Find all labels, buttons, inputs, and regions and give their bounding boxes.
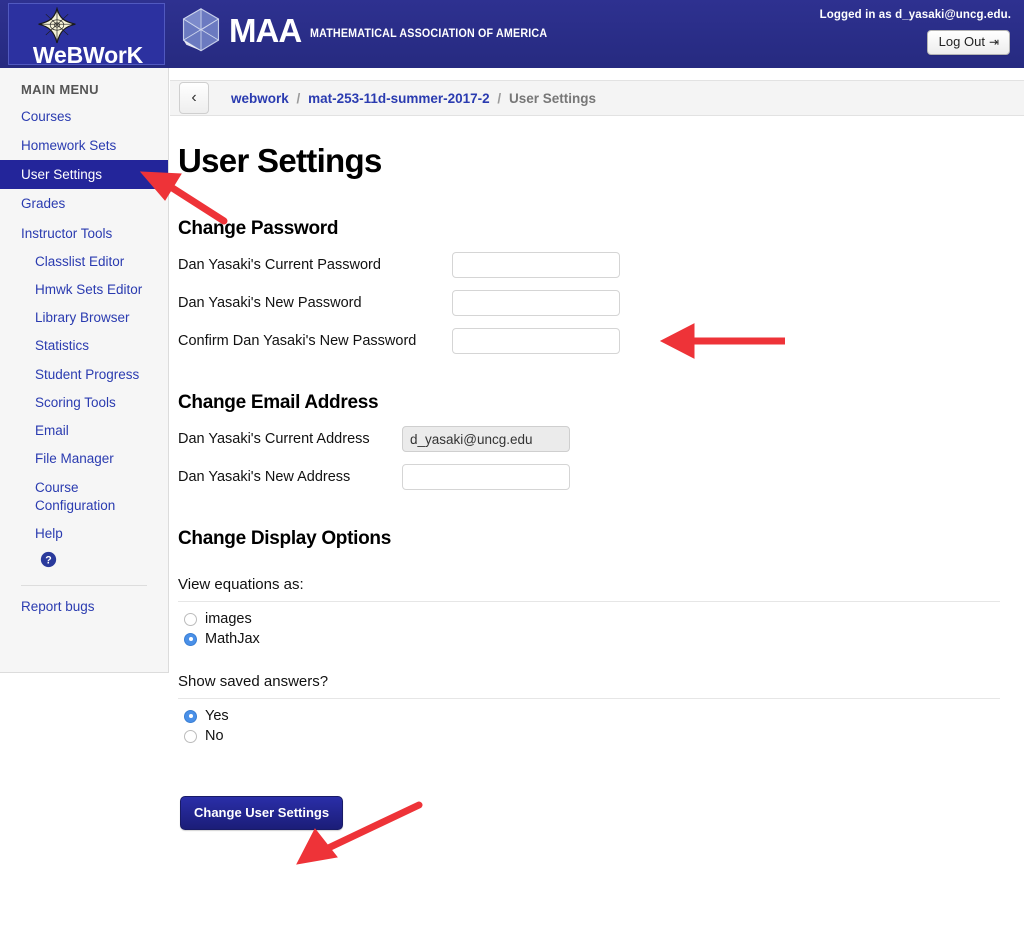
maa-abbrev: MAA <box>229 11 302 49</box>
sidebar-item-student-progress[interactable]: Student Progress <box>0 361 168 389</box>
view-equations-group: View equations as: images MathJax <box>178 576 1008 647</box>
sidebar-item-scoring-tools[interactable]: Scoring Tools <box>0 389 168 417</box>
radio-row-no[interactable]: No <box>184 728 1008 744</box>
view-equations-question: View equations as: <box>178 576 304 593</box>
logout-button[interactable]: Log Out ⇥ <box>926 30 1010 56</box>
current-address-row: Dan Yasaki's Current Address <box>178 426 1008 452</box>
sidebar-item-library-browser[interactable]: Library Browser <box>0 304 168 332</box>
breadcrumb-item-current: User Settings <box>508 90 596 106</box>
sidebar-item-statistics[interactable]: Statistics <box>0 332 168 360</box>
logout-label: Log Out <box>938 34 985 49</box>
back-button[interactable]: ‹ <box>179 82 209 114</box>
new-password-label: Dan Yasaki's New Password <box>178 295 362 311</box>
radio-row-images[interactable]: images <box>184 611 1008 627</box>
report-bugs-link[interactable]: Report bugs <box>0 586 168 620</box>
breadcrumb-separator: / <box>497 90 502 106</box>
current-password-input[interactable] <box>452 252 620 278</box>
login-status-text: Logged in as d_yasaki@uncg.edu. <box>819 9 1011 21</box>
group-divider <box>178 601 1000 602</box>
webwork-logo[interactable]: WeBWorK <box>8 3 165 68</box>
breadcrumb-item-webwork[interactable]: webwork <box>231 91 289 106</box>
radio-mathjax[interactable] <box>184 632 197 646</box>
breadcrumb-item-course[interactable]: mat-253-11d-summer-2017-2 <box>308 91 490 106</box>
sidebar-item-homework-sets[interactable]: Homework Sets <box>0 131 168 160</box>
sidebar-item-course-configuration[interactable]: Course Configuration <box>0 474 168 520</box>
sidebar-item-email[interactable]: Email <box>0 417 168 445</box>
radio-label-mathjax: MathJax <box>205 631 260 647</box>
change-email-heading: Change Email Address <box>178 392 379 413</box>
chevron-left-icon: ‹ <box>191 88 197 106</box>
new-password-input[interactable] <box>452 290 620 316</box>
sidebar-item-instructor-tools[interactable]: Instructor Tools <box>0 219 168 248</box>
breadcrumb-separator: / <box>296 90 301 106</box>
current-password-row: Dan Yasaki's Current Password <box>178 252 1008 278</box>
breadcrumb-bar: ‹ webwork / mat-253-11d-summer-2017-2 / … <box>170 80 1024 116</box>
sidebar-item-hmwk-sets-editor[interactable]: Hmwk Sets Editor <box>0 276 168 304</box>
webwork-star-icon <box>38 7 76 44</box>
page-title: User Settings <box>178 142 382 179</box>
sidebar-item-classlist-editor[interactable]: Classlist Editor <box>0 248 168 276</box>
maa-full-name: MATHEMATICAL ASSOCIATION OF AMERICA <box>310 27 548 40</box>
sidebar-item-help[interactable]: Help <box>0 520 168 548</box>
sidebar-item-user-settings[interactable]: User Settings <box>0 160 168 190</box>
radio-no[interactable] <box>184 729 197 743</box>
confirm-password-row: Confirm Dan Yasaki's New Password <box>178 328 1008 354</box>
radio-yes[interactable] <box>184 709 197 723</box>
new-password-row: Dan Yasaki's New Password <box>178 290 1008 316</box>
radio-label-images: images <box>205 611 252 627</box>
main-menu-sidebar: MAIN MENU Courses Homework Sets User Set… <box>0 68 169 673</box>
sign-out-icon: ⇥ <box>988 35 999 49</box>
change-password-heading: Change Password <box>178 218 339 239</box>
webwork-wordmark: WeBWorK <box>32 42 144 68</box>
radio-row-mathjax[interactable]: MathJax <box>184 631 1008 647</box>
change-user-settings-button[interactable]: Change User Settings <box>180 796 344 830</box>
show-saved-answers-group: Show saved answers? Yes No <box>178 673 1008 744</box>
sidebar-item-courses[interactable]: Courses <box>0 102 168 131</box>
maa-branding: MAA MATHEMATICAL ASSOCIATION OF AMERICA <box>178 6 565 54</box>
sidebar-item-grades[interactable]: Grades <box>0 189 168 218</box>
show-saved-answers-question: Show saved answers? <box>178 673 329 690</box>
confirm-password-input[interactable] <box>452 328 620 354</box>
radio-row-yes[interactable]: Yes <box>184 708 1008 724</box>
help-icon-row[interactable]: ? <box>0 548 168 581</box>
question-circle-icon[interactable]: ? <box>40 551 57 568</box>
svg-text:?: ? <box>45 555 51 567</box>
confirm-password-label: Confirm Dan Yasaki's New Password <box>178 333 417 349</box>
breadcrumb: webwork / mat-253-11d-summer-2017-2 / Us… <box>231 91 596 106</box>
group-divider <box>178 698 1000 699</box>
new-address-label: Dan Yasaki's New Address <box>178 469 351 485</box>
current-address-label: Dan Yasaki's Current Address <box>178 431 370 447</box>
current-password-label: Dan Yasaki's Current Password <box>178 257 381 273</box>
change-display-options-heading: Change Display Options <box>178 528 391 549</box>
radio-images[interactable] <box>184 612 197 626</box>
current-address-input <box>402 426 570 452</box>
new-address-row: Dan Yasaki's New Address <box>178 464 1008 490</box>
sidebar-title: MAIN MENU <box>21 82 99 97</box>
sidebar-item-file-manager[interactable]: File Manager <box>0 445 168 473</box>
radio-label-yes: Yes <box>205 708 229 724</box>
maa-icosahedron-icon <box>182 8 220 52</box>
site-masthead: WeBWorK MAA MATHEMATICAL ASSOCIATION OF … <box>0 0 1024 68</box>
new-address-input[interactable] <box>402 464 570 490</box>
radio-label-no: No <box>205 728 224 744</box>
main-content: User Settings Change Password Dan Yasaki… <box>178 130 1008 830</box>
